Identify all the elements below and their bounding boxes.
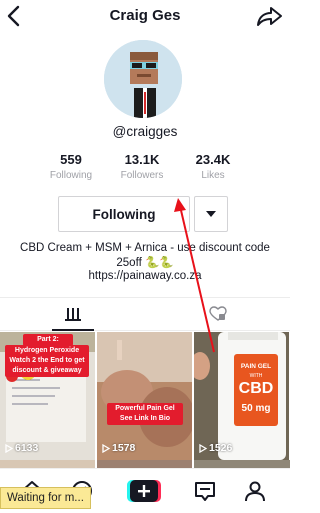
- view-count-value: 6133: [15, 442, 39, 454]
- svg-text:WITH: WITH: [250, 373, 263, 379]
- bio-text: CBD Cream + MSM + Arnica - use discount …: [20, 242, 270, 269]
- svg-text:CBD: CBD: [239, 380, 274, 397]
- more-options-button[interactable]: [194, 196, 228, 232]
- video-thumbnail[interactable]: [194, 460, 290, 468]
- stat-followers[interactable]: 13.1K Followers: [110, 152, 174, 181]
- view-count: 1526: [199, 442, 232, 454]
- top-bar: Craig Ges: [0, 0, 290, 34]
- stat-label: Following: [49, 170, 93, 181]
- video-caption: Hydrogen Peroxide Watch 2 the End to get…: [5, 345, 89, 377]
- stat-label: Followers: [120, 170, 164, 181]
- profile-tabs: [0, 297, 290, 331]
- video-thumbnail[interactable]: Powerful Pain Gel See Link In Bio 1578: [97, 332, 192, 460]
- play-icon: [199, 443, 207, 453]
- stat-value: 559: [60, 152, 82, 167]
- video-thumbnail-image: PAIN GEL WITH CBD 50 mg: [194, 332, 289, 460]
- share-icon[interactable]: [254, 4, 284, 28]
- grid-icon: [64, 308, 81, 321]
- video-grid: Part 2: Hydrogen Peroxide Watch 2 the En…: [0, 332, 290, 460]
- stat-value: 23.4K: [195, 152, 231, 167]
- page-title: Craig Ges: [109, 7, 181, 24]
- svg-text:50 mg: 50 mg: [242, 403, 271, 414]
- tab-videos[interactable]: [0, 298, 145, 331]
- svg-text:PAIN GEL: PAIN GEL: [241, 363, 271, 370]
- create-plus-icon[interactable]: [127, 480, 161, 502]
- stat-label: Likes: [201, 170, 225, 181]
- avatar-image: [104, 40, 182, 118]
- bio-link[interactable]: https://painaway.co.za: [0, 270, 290, 282]
- following-button[interactable]: Following: [58, 196, 190, 232]
- view-count-value: 1578: [112, 442, 136, 454]
- view-count-value: 1526: [209, 442, 233, 454]
- stat-following[interactable]: 559 Following: [39, 152, 103, 181]
- video-thumbnail-image: [97, 332, 192, 460]
- profile-avatar[interactable]: [104, 40, 182, 118]
- tab-liked[interactable]: [145, 298, 290, 330]
- view-count: 1578: [102, 442, 135, 454]
- caret-down-icon: [206, 211, 216, 217]
- play-icon: [102, 443, 110, 453]
- username: @craigges: [112, 124, 178, 139]
- profile-icon[interactable]: [243, 479, 267, 503]
- video-thumbnail[interactable]: [97, 460, 192, 468]
- stat-value: 13.1K: [124, 152, 160, 167]
- view-count: 6133: [5, 442, 38, 454]
- inbox-icon[interactable]: [193, 479, 217, 503]
- video-thumbnail[interactable]: PAIN GEL WITH CBD 50 mg 1526: [194, 332, 289, 460]
- video-thumbnail[interactable]: Part 2: Hydrogen Peroxide Watch 2 the En…: [0, 332, 95, 460]
- heart-lock-icon: [208, 306, 227, 321]
- browser-status-bar: Waiting for m...: [0, 487, 91, 509]
- stat-likes[interactable]: 23.4K Likes: [181, 152, 245, 181]
- play-icon: [5, 443, 13, 453]
- video-grid-next-row: [0, 460, 290, 468]
- video-caption: Powerful Pain Gel See Link In Bio: [107, 403, 183, 425]
- video-thumbnail[interactable]: [0, 460, 95, 468]
